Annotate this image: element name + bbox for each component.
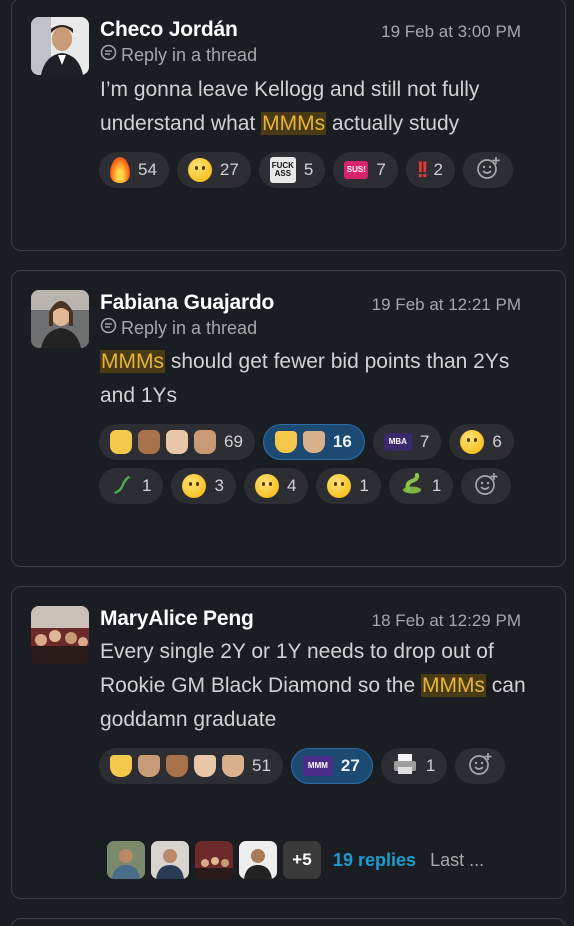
timestamp[interactable]: 18 Feb at 12:29 PM — [372, 611, 521, 631]
add-reaction-button[interactable] — [462, 152, 513, 188]
message-card[interactable]: Checo Jordán 19 Feb at 3:00 PM Reply in … — [11, 0, 566, 251]
avatar[interactable] — [31, 290, 89, 348]
reaction-custom-mba[interactable]: MBA 7 — [372, 424, 442, 460]
reaction-count: 54 — [138, 160, 157, 179]
message-card[interactable]: Fabiana Guajardo 19 Feb at 12:21 PM Repl… — [11, 270, 566, 567]
printer-icon — [392, 752, 418, 781]
reaction-count: 1 — [359, 476, 369, 495]
reactions-bar: 69 16 MBA 7 6 1 3 4 1 1 — [99, 424, 559, 504]
add-reaction-button[interactable] — [461, 468, 512, 504]
reaction-count: 1 — [142, 476, 152, 495]
thread-label-text: Reply in a thread — [121, 44, 258, 65]
reaction-snake[interactable]: 1 — [388, 468, 454, 504]
reaction-count: 16 — [332, 432, 352, 451]
highlighted-keyword: MMMs — [261, 112, 327, 135]
snake-icon — [400, 472, 424, 501]
reaction-count: 27 — [340, 756, 360, 775]
reaction-laughing[interactable]: 4 — [243, 468, 309, 504]
add-emoji-icon — [473, 471, 499, 502]
reaction-custom-sus[interactable]: SUS! 7 — [333, 152, 398, 188]
reaction-count: 4 — [286, 476, 297, 495]
double-exclamation-icon: !! — [416, 157, 429, 182]
custom-fuck-ass-icon: FUCK ASS — [269, 157, 296, 183]
author-name[interactable]: Checo Jordán — [100, 18, 238, 42]
reaction-surprised-face[interactable]: 3 — [171, 468, 236, 504]
author-name[interactable]: Fabiana Guajardo — [100, 291, 274, 315]
reaction-count: 6 — [492, 432, 502, 451]
highlighted-keyword: MMMs — [420, 674, 486, 697]
reaction-count: 3 — [214, 476, 224, 495]
surprised-face-icon — [182, 474, 207, 498]
replies-link[interactable]: 19 replies — [333, 850, 416, 871]
author-name[interactable]: MaryAlice Peng — [100, 607, 254, 631]
message-text: MMMs should get fewer bid points than 2Y… — [100, 345, 550, 413]
reaction-count: 69 — [224, 432, 243, 451]
reaction-custom-fuck-ass[interactable]: FUCK ASS 5 — [258, 152, 326, 188]
raised-hands-icon — [110, 430, 216, 454]
shushing-face-icon — [460, 430, 485, 454]
avatar[interactable] — [31, 17, 89, 75]
reaction-count: 2 — [433, 160, 443, 179]
reaction-count: 7 — [376, 160, 386, 179]
reply-in-thread-label[interactable]: Reply in a thread — [100, 44, 257, 66]
reaction-thinking-face[interactable]: 1 — [316, 468, 381, 504]
reaction-double-exclamation[interactable]: !! 2 — [405, 152, 455, 188]
custom-mmm-icon: MMM — [302, 756, 333, 776]
add-emoji-icon — [475, 155, 501, 186]
timestamp[interactable]: 19 Feb at 3:00 PM — [381, 22, 521, 42]
laughing-face-icon — [187, 158, 212, 182]
reaction-lizard[interactable]: 1 — [99, 468, 164, 504]
thinking-face-icon — [327, 474, 352, 498]
reaction-count: 7 — [419, 432, 430, 451]
reaction-shushing-face[interactable]: 6 — [449, 424, 514, 460]
reply-in-thread-label[interactable]: Reply in a thread — [100, 317, 257, 339]
lizard-icon — [110, 472, 134, 501]
custom-mba-icon: MBA — [383, 433, 412, 451]
thread-label-text: Reply in a thread — [121, 317, 258, 338]
more-repliers-badge[interactable]: +5 — [283, 841, 321, 879]
reply-avatar[interactable] — [239, 841, 277, 879]
thread-icon — [100, 317, 117, 339]
thumbs-down-icon — [274, 431, 325, 453]
reaction-count: 5 — [303, 160, 314, 179]
reaction-thumbs-down[interactable]: 16 — [262, 424, 365, 460]
reaction-count: 51 — [252, 756, 271, 775]
fire-icon — [110, 157, 130, 183]
reaction-raised-hands[interactable]: 69 — [99, 424, 255, 460]
timestamp[interactable]: 19 Feb at 12:21 PM — [372, 295, 521, 315]
laughing-face-icon — [254, 474, 279, 498]
reaction-laughing[interactable]: 27 — [176, 152, 251, 188]
reaction-fire[interactable]: 54 — [99, 152, 169, 188]
reaction-count: 1 — [431, 476, 442, 495]
reactions-bar: 51 MMM 27 1 — [99, 748, 559, 784]
avatar[interactable] — [31, 606, 89, 664]
add-reaction-button[interactable] — [455, 748, 506, 784]
last-reply-text: Last ... — [430, 849, 485, 870]
reactions-bar: 54 27 FUCK ASS 5 SUS! 7 !! 2 — [99, 152, 559, 188]
reaction-count: 27 — [219, 160, 239, 179]
reaction-custom-mmm[interactable]: MMM 27 — [290, 748, 373, 784]
reaction-thumbs-down[interactable]: 51 — [99, 748, 283, 784]
thumbs-down-icon — [110, 755, 244, 777]
message-card[interactable] — [11, 918, 566, 926]
message-text: I’m gonna leave Kellogg and still not fu… — [100, 73, 550, 141]
thread-icon — [100, 44, 117, 66]
add-emoji-icon — [467, 751, 493, 782]
reaction-count: 1 — [425, 756, 436, 775]
reply-avatar[interactable] — [195, 841, 233, 879]
custom-sus-icon: SUS! — [344, 161, 369, 179]
highlighted-keyword: MMMs — [100, 350, 165, 373]
message-text-part: actually study — [326, 112, 460, 135]
thread-replies-bar[interactable]: +5 19 replies Last ... — [107, 841, 484, 879]
reaction-printer[interactable]: 1 — [380, 748, 448, 784]
message-card[interactable]: MaryAlice Peng 18 Feb at 12:29 PM Every … — [11, 586, 566, 899]
reply-avatar[interactable] — [107, 841, 145, 879]
reply-avatar[interactable] — [151, 841, 189, 879]
message-text: Every single 2Y or 1Y needs to drop out … — [100, 635, 550, 737]
